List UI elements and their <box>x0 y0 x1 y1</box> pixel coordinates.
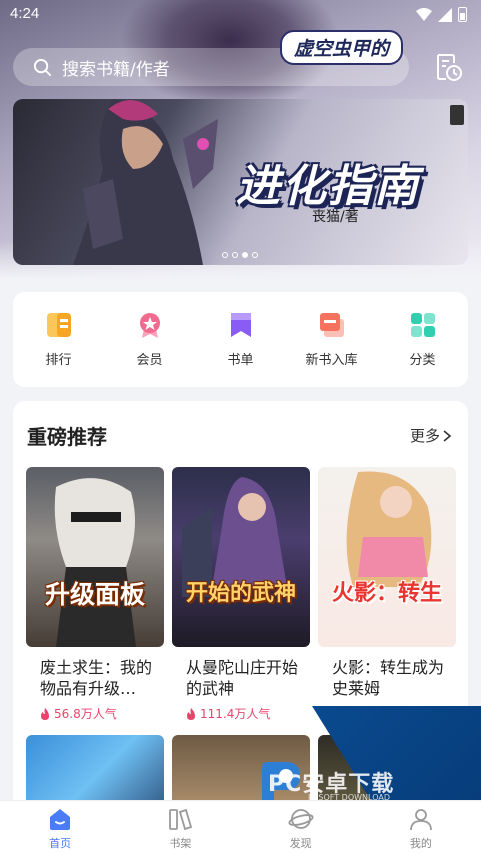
bottom-navigation: 首页 书架 发现 我的 <box>0 800 481 855</box>
nav-label: 我的 <box>409 836 432 850</box>
book-popularity: 111.4万人气 <box>172 705 310 722</box>
book-cover: 火影：转生 <box>318 467 456 647</box>
fire-icon <box>187 707 195 720</box>
book-card[interactable]: 升级面板 废土求生：我的物品有升级… 56.8万人气 <box>26 467 164 722</box>
book-title: 从曼陀山庄开始的武神 <box>186 658 299 698</box>
shortcut-new-books[interactable]: 新书入库 <box>292 311 372 368</box>
status-bar: 4:24 <box>0 0 481 28</box>
home-icon <box>50 808 71 830</box>
discover-icon <box>288 808 314 829</box>
book-card[interactable]: 开始的武神 从曼陀山庄开始的武神 111.4万人气 <box>172 467 310 722</box>
shortcut-label: 新书入库 <box>305 353 358 368</box>
nav-label: 书架 <box>169 836 192 850</box>
nav-label: 首页 <box>49 836 72 850</box>
nav-home[interactable]: 首页 <box>20 806 100 851</box>
more-link[interactable]: 更多 <box>410 425 452 446</box>
shortcut-category[interactable]: 分类 <box>383 311 463 368</box>
cover-title: 开始的武神 <box>185 581 296 606</box>
cover-art <box>182 477 287 597</box>
banner-pagination <box>222 252 258 258</box>
fire-icon <box>41 707 49 720</box>
banner-author: 丧猫/著 <box>312 209 359 225</box>
popularity-value: 56.8万人气 <box>54 707 117 721</box>
bookshelf-icon <box>169 808 193 830</box>
banner-dot <box>232 252 238 258</box>
book-cover: 开始的武神 <box>172 467 310 647</box>
book-title: 废土求生：我的物品有升级… <box>40 658 153 698</box>
search-placeholder: 搜索书籍/作者 <box>62 59 170 80</box>
banner-dot <box>222 252 228 258</box>
status-time: 4:24 <box>10 5 40 22</box>
member-badge-icon <box>139 313 160 338</box>
banner-subtitle: 虚空虫甲的 <box>280 30 404 65</box>
cover-title: 升级面板 <box>44 580 145 609</box>
banner-dot-active <box>242 252 248 258</box>
reading-history-icon[interactable] <box>432 51 464 83</box>
signal-icon <box>438 7 452 22</box>
shortcut-member[interactable]: 会员 <box>110 311 190 368</box>
book-title: 火影：转生成为史莱姆 <box>332 658 445 698</box>
profile-icon <box>409 808 432 830</box>
shortcut-label: 书单 <box>227 353 254 368</box>
new-books-icon <box>319 313 344 337</box>
cover-title: 火影：转生 <box>331 581 442 606</box>
banner-title: 进化指南 <box>236 161 420 212</box>
cover-art <box>54 478 136 647</box>
battery-icon <box>458 7 467 22</box>
shortcut-label: 排行 <box>45 353 72 368</box>
ranking-icon <box>46 313 71 337</box>
shortcut-label: 会员 <box>136 353 163 368</box>
banner-publisher-logo <box>450 105 464 125</box>
nav-label: 发现 <box>289 836 312 850</box>
nav-discover[interactable]: 发现 <box>261 806 341 851</box>
category-shortcuts: 排行 会员 书单 新书入库 分类 <box>13 292 468 387</box>
wifi-icon <box>416 7 432 21</box>
booklist-icon <box>230 313 251 337</box>
chevron-right-icon <box>443 429 452 442</box>
shortcut-ranking[interactable]: 排行 <box>19 311 99 368</box>
banner-character-art <box>73 99 218 265</box>
cover-art <box>346 471 432 587</box>
category-grid-icon <box>410 313 435 337</box>
shortcut-booklist[interactable]: 书单 <box>201 311 281 368</box>
popularity-value: 111.4万人气 <box>200 707 271 721</box>
section-title: 重磅推荐 <box>27 425 107 449</box>
book-card[interactable]: 火影：转生 火影：转生成为史莱姆 <box>318 467 456 699</box>
book-cover: 升级面板 <box>26 467 164 647</box>
banner-dot <box>252 252 258 258</box>
nav-profile[interactable]: 我的 <box>381 806 461 851</box>
status-icons <box>416 7 467 22</box>
book-popularity: 56.8万人气 <box>26 705 164 722</box>
nav-bookshelf[interactable]: 书架 <box>140 806 220 851</box>
more-label: 更多 <box>409 427 440 445</box>
search-icon <box>33 58 52 76</box>
shortcut-label: 分类 <box>409 353 436 368</box>
